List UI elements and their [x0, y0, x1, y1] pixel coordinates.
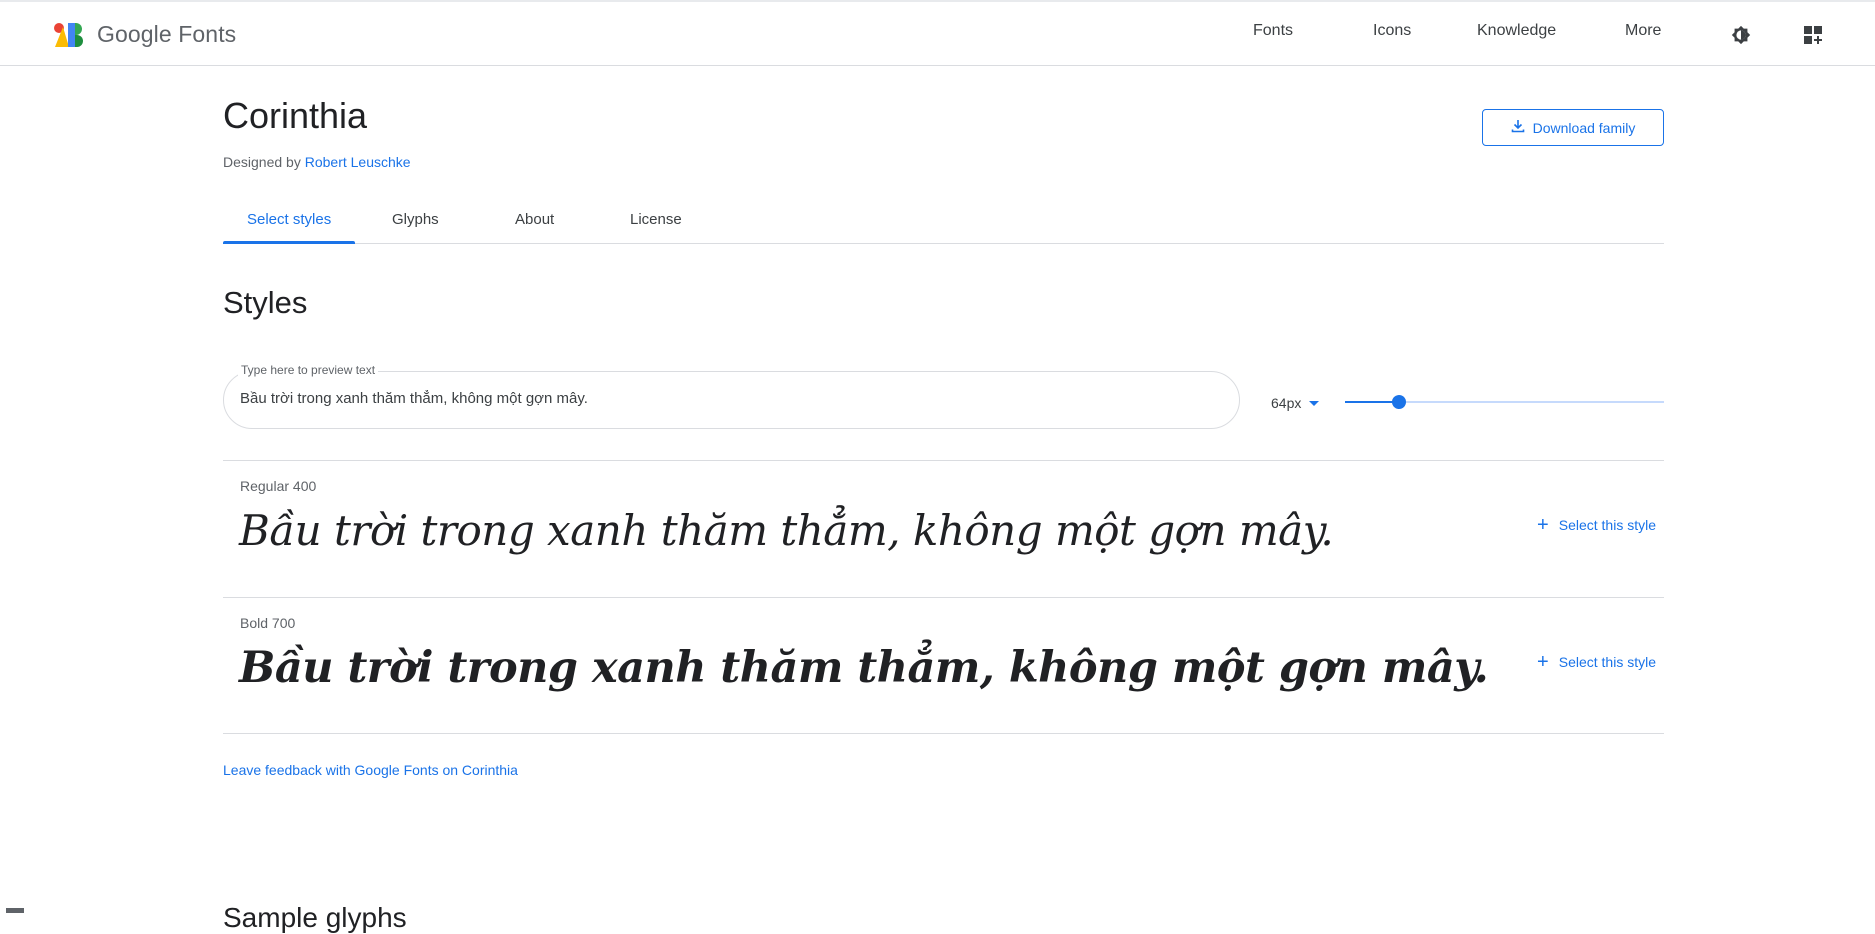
style-sample-text: Bầu trời trong xanh thăm thẳm, không một…	[239, 506, 1334, 555]
nav-fonts[interactable]: Fonts	[1253, 22, 1293, 40]
tab-about[interactable]: About	[515, 211, 554, 228]
select-style-label: Select this style	[1558, 517, 1656, 533]
select-style-label: Select this style	[1558, 654, 1656, 670]
family-tabs: Select styles Glyphs About License	[223, 200, 1664, 244]
caret-down-icon	[1309, 400, 1320, 406]
download-family-label: Download family	[1532, 119, 1636, 136]
top-app-bar: Google Fonts Fonts Icons Knowledge More	[0, 0, 1875, 66]
nav-more[interactable]: More	[1625, 22, 1661, 40]
styles-heading: Styles	[223, 285, 308, 320]
select-style-button[interactable]: + Select this style	[1537, 651, 1656, 673]
nav-knowledge[interactable]: Knowledge	[1477, 22, 1556, 40]
slider-fill	[1345, 401, 1400, 403]
tab-glyphs[interactable]: Glyphs	[392, 211, 439, 228]
style-name: Regular 400	[240, 478, 317, 494]
apps-icon[interactable]	[1802, 24, 1824, 46]
feedback-link[interactable]: Leave feedback with Google Fonts on Cori…	[223, 762, 518, 778]
divider	[223, 733, 1664, 734]
corner-button[interactable]	[6, 908, 24, 913]
google-fonts-logo-icon	[53, 22, 83, 48]
active-tab-indicator	[223, 241, 355, 244]
download-icon	[1511, 119, 1525, 136]
select-style-button[interactable]: + Select this style	[1537, 514, 1656, 536]
google-fonts-logo[interactable]: Google Fonts	[53, 21, 236, 48]
logo-text: Google Fonts	[97, 21, 237, 47]
sample-glyphs-heading: Sample glyphs	[223, 902, 407, 933]
tab-license[interactable]: License	[630, 211, 682, 228]
theme-toggle-icon[interactable]	[1730, 24, 1752, 46]
font-size-slider[interactable]	[1345, 392, 1664, 412]
plus-icon: +	[1537, 514, 1549, 536]
family-name: Corinthia	[223, 95, 368, 136]
designer-line: Designed by Robert Leuschke	[223, 154, 411, 170]
style-row-bold: Bold 700 Bầu trời trong xanh thăm thẳm, …	[223, 597, 1664, 733]
designer-link[interactable]: Robert Leuschke	[305, 154, 411, 170]
style-sample-text: Bầu trời trong xanh thăm thẳm, không một…	[239, 643, 1489, 693]
preview-text-input[interactable]	[240, 390, 1200, 407]
designed-by-label: Designed by	[223, 154, 301, 170]
style-row-regular: Regular 400 Bầu trời trong xanh thăm thẳ…	[223, 460, 1664, 597]
tab-select-styles[interactable]: Select styles	[247, 211, 331, 228]
slider-thumb[interactable]	[1392, 395, 1407, 409]
download-family-button[interactable]: Download family	[1482, 109, 1664, 146]
preview-text-label: Type here to preview text	[238, 363, 379, 377]
style-name: Bold 700	[240, 615, 296, 631]
font-size-select[interactable]: 64px	[1271, 395, 1320, 411]
font-size-value: 64px	[1271, 395, 1302, 411]
nav-icons[interactable]: Icons	[1373, 22, 1411, 40]
plus-icon: +	[1537, 651, 1549, 673]
preview-text-field[interactable]: Type here to preview text	[223, 363, 1240, 429]
